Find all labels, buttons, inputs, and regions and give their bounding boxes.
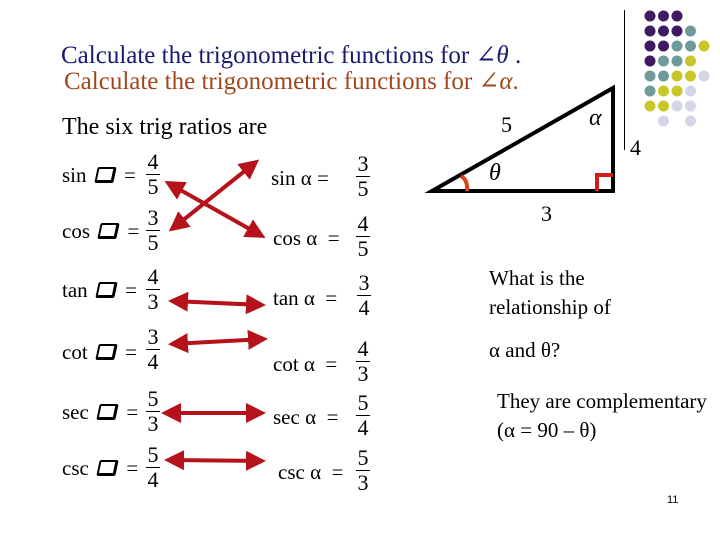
slide: Calculate the trigonometric functions fo… bbox=[0, 0, 720, 540]
opposite-side-label: 4 bbox=[630, 135, 641, 160]
right-angle-marker bbox=[595, 173, 613, 191]
theta-angle-label: θ bbox=[489, 160, 501, 186]
double-arrow-1-1 bbox=[164, 181, 266, 238]
theta-angle-marker bbox=[459, 174, 470, 192]
double-arrow-2-1 bbox=[168, 291, 266, 315]
question-text-2: α and θ? bbox=[489, 338, 561, 362]
hypotenuse-label: 5 bbox=[501, 112, 512, 137]
double-arrow-1-2 bbox=[168, 159, 260, 232]
double-arrow-3-2 bbox=[164, 450, 266, 471]
page-number: 11 bbox=[667, 494, 679, 506]
question-text: What is the relationship of bbox=[489, 266, 611, 319]
triangle-shape bbox=[424, 84, 615, 193]
adjacent-side-label: 3 bbox=[541, 201, 552, 226]
double-arrow-2-2 bbox=[168, 329, 268, 354]
alpha-angle-label: α bbox=[589, 105, 602, 131]
answer-text: They are complementary (α = 90 – θ) bbox=[497, 389, 707, 442]
right-triangle bbox=[424, 84, 615, 193]
